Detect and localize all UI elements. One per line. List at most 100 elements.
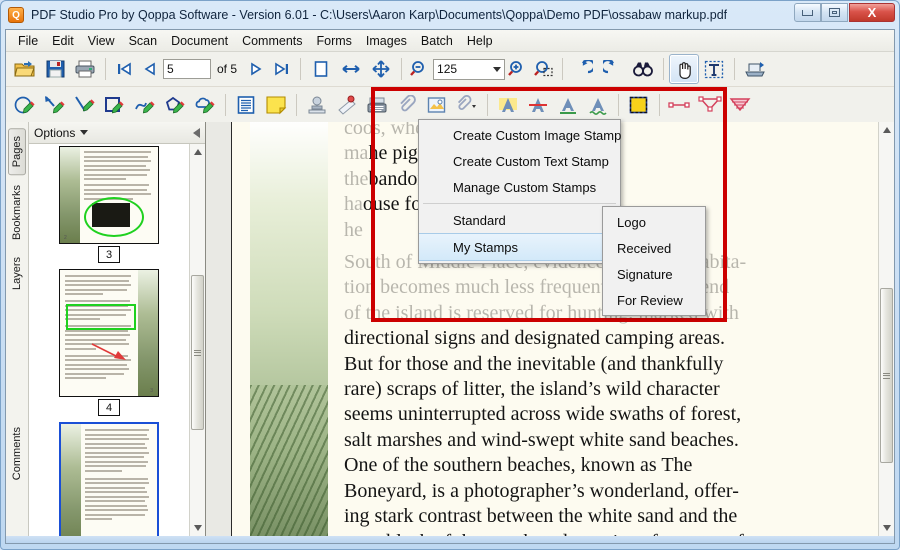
thumbnail-item[interactable]: 3 4 [59,269,159,416]
menu-item-my-stamps[interactable]: My Stamps [419,233,620,261]
scroll-up-button[interactable] [190,144,205,160]
document-scrollbar[interactable] [878,122,894,536]
zoom-in-button[interactable] [505,55,531,83]
polygon-annotation-button[interactable] [160,90,190,120]
menu-item-comments[interactable]: Comments [235,32,309,50]
sidebar-tab-comments[interactable]: Comments [9,420,25,487]
scroll-down-icon [882,525,891,531]
rectangle-annotation-button[interactable] [100,90,130,120]
zoom-level-combobox[interactable]: 125 [433,58,506,80]
fit-visible-button[interactable] [366,54,396,84]
line-annotation-button[interactable] [70,90,100,120]
document-scroll-track[interactable] [879,138,894,520]
rubber-stamp-button[interactable] [332,90,362,120]
insert-image-button[interactable] [422,90,452,120]
title-bar: Q PDF Studio Pro by Qoppa Software - Ver… [1,1,899,29]
scroll-down-button[interactable] [879,520,894,536]
underline-text-button[interactable] [553,90,583,120]
measure-perimeter-button[interactable] [695,90,725,120]
rotate-left-button[interactable] [568,54,598,84]
measure-area-button[interactable] [725,90,755,120]
menu-item-standard[interactable]: Standard [419,207,620,233]
stamp-button[interactable] [302,90,332,120]
collapse-panel-icon[interactable] [193,127,200,138]
fit-width-button[interactable] [336,54,366,84]
scroll-up-button[interactable] [879,122,894,138]
menu-item-images[interactable]: Images [359,32,414,50]
document-scroll-thumb[interactable] [880,288,893,463]
thumbnail-item[interactable]: 4 5 [59,422,159,536]
scroll-up-icon [882,127,891,133]
ellipse-annotation-button[interactable] [10,90,40,120]
scroll-down-button[interactable] [190,520,205,536]
sticky-note-button[interactable] [261,90,291,120]
minimize-icon [802,9,813,16]
pages-panel: Options 2 3 3 4 [29,122,206,536]
menu-item-scan[interactable]: Scan [122,32,165,50]
menu-item-document[interactable]: Document [164,32,235,50]
options-button[interactable]: Options [34,126,89,140]
menu-item-view[interactable]: View [81,32,122,50]
menu-item-create-custom-text-stamp[interactable]: Create Custom Text Stamp [419,148,620,174]
submenu-item-logo[interactable]: Logo [603,209,705,235]
submenu-item-for-review[interactable]: For Review [603,287,705,313]
maximize-button[interactable] [821,3,848,22]
menu-item-my-stamps-label: My Stamps [453,239,519,255]
zoom-out-button[interactable] [407,55,433,83]
thumbnail-page-4[interactable]: 3 [59,269,159,397]
thumbnail-scrollbar[interactable] [189,144,205,536]
submenu-item-received[interactable]: Received [603,235,705,261]
hand-tool-button[interactable] [669,54,700,84]
sidebar-tab-pages[interactable]: Pages [8,128,26,176]
toolbar-separator [663,58,665,80]
next-page-button[interactable] [243,55,269,83]
menu-item-file[interactable]: File [11,32,45,50]
attach-file-button[interactable] [392,90,422,120]
arrow-annotation-button[interactable] [40,90,70,120]
search-button[interactable] [628,54,658,84]
thumbnail-page-5[interactable]: 4 [59,422,159,536]
thumbnail-photo [60,147,80,243]
menu-item-batch[interactable]: Batch [414,32,460,50]
highlight-text-button[interactable] [493,90,523,120]
select-annotations-button[interactable] [624,90,654,120]
menu-item-forms[interactable]: Forms [310,32,359,50]
submenu-item-signature[interactable]: Signature [603,261,705,287]
save-button[interactable] [40,54,70,84]
scroll-down-icon [193,525,202,531]
squiggly-underline-button[interactable] [583,90,613,120]
attach-more-button[interactable] [452,90,482,120]
thumbnail-scroll-track[interactable] [190,160,205,520]
thumbnail-scroll-thumb[interactable] [191,275,204,430]
menu-item-edit[interactable]: Edit [45,32,81,50]
strikeout-text-button[interactable] [523,90,553,120]
open-button[interactable] [10,54,40,84]
measure-distance-button[interactable] [665,90,695,120]
sidebar-tab-layers[interactable]: Layers [9,250,25,297]
text-select-tool-button[interactable] [699,54,729,84]
polyline-annotation-button[interactable] [130,90,160,120]
menu-item-create-custom-image-stamp[interactable]: Create Custom Image Stamp [419,122,621,148]
scan-button[interactable] [740,54,770,84]
rotate-right-button[interactable] [598,54,628,84]
print-button[interactable] [70,54,100,84]
close-button[interactable]: X [849,3,895,22]
page-number-input[interactable]: 5 [163,59,211,79]
fit-page-button[interactable] [306,54,336,84]
cloud-annotation-button[interactable] [190,90,220,120]
typewriter-button[interactable] [362,90,392,120]
zoom-to-area-button[interactable] [531,55,557,83]
thumbnail-number-4[interactable]: 4 [98,399,120,416]
thumbnail-page-3[interactable]: 2 [59,146,159,244]
thumbnail-number-3[interactable]: 3 [98,246,120,263]
menu-item-help[interactable]: Help [460,32,500,50]
first-page-button[interactable] [111,55,137,83]
minimize-button[interactable] [794,3,821,22]
previous-page-button[interactable] [137,55,163,83]
last-page-button[interactable] [269,55,295,83]
toolbar-separator [105,58,106,80]
thumbnail-item[interactable]: 2 3 [59,146,159,263]
menu-item-manage-custom-stamps[interactable]: Manage Custom Stamps [419,174,620,200]
sidebar-tab-bookmarks[interactable]: Bookmarks [9,178,25,247]
text-box-annotation-button[interactable] [231,90,261,120]
